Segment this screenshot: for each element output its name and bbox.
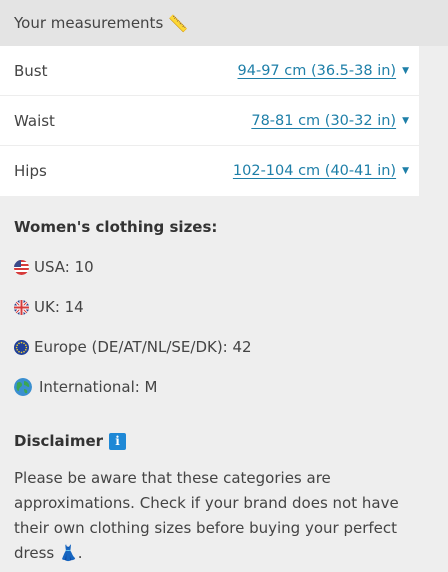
size-international: International: M — [14, 378, 434, 396]
uk-flag-icon — [14, 299, 29, 315]
globe-icon — [14, 378, 32, 396]
size-usa-text: USA: 10 — [34, 258, 94, 276]
measurement-row-hips: Hips 102-104 cm (40-41 in) ▼ — [0, 146, 419, 196]
hips-select[interactable]: 102-104 cm (40-41 in) ▼ — [233, 163, 409, 179]
sizes-title: Women's clothing sizes: — [14, 218, 218, 236]
disclaimer-title: Disclaimer — [14, 432, 104, 450]
eu-flag-icon — [14, 339, 29, 355]
waist-value[interactable]: 78-81 cm (30-32 in) — [251, 113, 396, 129]
measurements-table: Bust 94-97 cm (36.5-38 in) ▼ Waist 78-81… — [0, 46, 419, 196]
bust-value[interactable]: 94-97 cm (36.5-38 in) — [238, 63, 397, 79]
bust-select[interactable]: 94-97 cm (36.5-38 in) ▼ — [238, 63, 409, 79]
waist-select[interactable]: 78-81 cm (30-32 in) ▼ — [251, 113, 409, 129]
measurement-label-waist: Waist — [14, 111, 55, 130]
size-uk-text: UK: 14 — [34, 298, 84, 316]
measurement-label-hips: Hips — [14, 162, 47, 180]
measurement-row-bust: Bust 94-97 cm (36.5-38 in) ▼ — [0, 46, 419, 96]
disclaimer-heading: Disclaimer i — [14, 432, 434, 450]
chevron-down-icon[interactable]: ▼ — [402, 116, 409, 126]
size-international-text: International: M — [39, 378, 158, 396]
measurement-row-waist: Waist 78-81 cm (30-32 in) ▼ — [0, 96, 419, 146]
measurement-label-bust: Bust — [14, 61, 48, 80]
size-uk: UK: 14 — [14, 298, 434, 316]
disclaimer-period: . — [77, 544, 83, 562]
header-title: Your measurements — [14, 14, 164, 32]
us-flag-icon — [14, 259, 29, 275]
disclaimer-text: Please be aware that these categories ar… — [14, 466, 434, 566]
size-europe: Europe (DE/AT/NL/SE/DK): 42 — [14, 338, 434, 356]
sizes-section: Women's clothing sizes: USA: 10 UK: 14 E… — [0, 218, 448, 566]
chevron-down-icon[interactable]: ▼ — [402, 66, 409, 76]
size-europe-text: Europe (DE/AT/NL/SE/DK): 42 — [34, 338, 252, 356]
size-usa: USA: 10 — [14, 258, 434, 276]
hips-value[interactable]: 102-104 cm (40-41 in) — [233, 163, 396, 179]
ruler-icon: 📏 — [168, 13, 189, 33]
dress-icon: 👗 — [59, 544, 78, 562]
measurements-header: Your measurements 📏 — [0, 0, 448, 46]
chevron-down-icon[interactable]: ▼ — [402, 166, 409, 176]
info-icon: i — [109, 432, 127, 450]
